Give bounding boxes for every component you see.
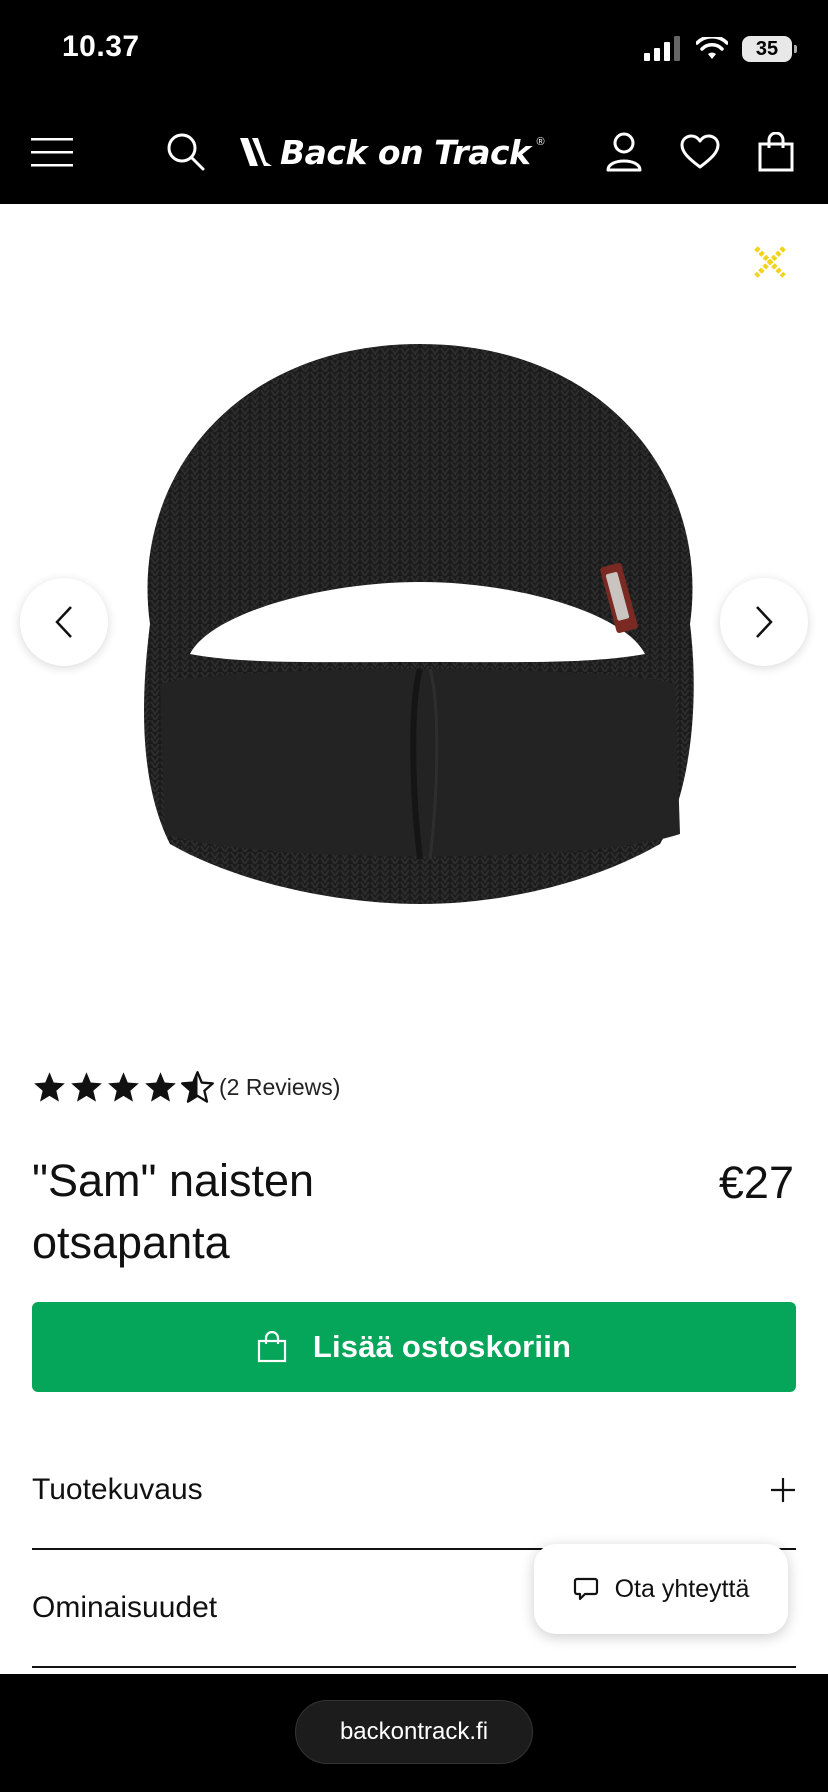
product-rating[interactable]: (2 Reviews) <box>32 1070 340 1105</box>
brand-mark-icon <box>240 138 272 166</box>
status-indicators: 35 <box>644 36 797 62</box>
status-bar: 10.37 35 <box>0 0 828 100</box>
menu-icon[interactable] <box>28 128 76 176</box>
accordion-features-label: Ominaisuudet <box>32 1591 218 1624</box>
signal-icon <box>644 36 680 61</box>
star-full-icon <box>34 1072 65 1102</box>
close-icon[interactable] <box>748 240 792 284</box>
site-header: Back on Track ® <box>0 100 828 204</box>
plus-icon[interactable] <box>770 1477 796 1503</box>
add-to-cart-label: Lisää ostoskoriin <box>312 1329 572 1364</box>
add-to-cart-button[interactable]: Lisää ostoskoriin <box>32 1302 796 1392</box>
star-full-icon <box>145 1072 176 1102</box>
brand-logo[interactable]: Back on Track ® <box>238 130 545 174</box>
shopping-bag-icon[interactable] <box>752 128 800 176</box>
product-gallery <box>0 204 828 1034</box>
brand-name: Back on Track <box>280 132 531 172</box>
battery-indicator: 35 <box>742 36 797 62</box>
accordion-description[interactable]: Tuotekuvaus <box>32 1432 796 1550</box>
shopping-bag-icon <box>257 1331 286 1363</box>
star-full-icon <box>71 1072 102 1102</box>
star-half-icon <box>181 1071 214 1103</box>
product-image-headband <box>144 344 694 904</box>
search-icon[interactable] <box>162 128 210 176</box>
chevron-left-icon <box>55 606 72 638</box>
accordion-description-label: Tuotekuvaus <box>32 1473 203 1506</box>
reviews-count[interactable]: (2 Reviews) <box>219 1074 340 1101</box>
chat-bubble-icon <box>573 1577 598 1601</box>
contact-chat-label: Ota yhteyttä <box>614 1574 750 1603</box>
wifi-icon <box>696 37 728 59</box>
heart-icon[interactable] <box>676 128 724 176</box>
contact-chat-button[interactable]: Ota yhteyttä <box>534 1544 788 1634</box>
status-time: 10.37 <box>62 30 140 63</box>
product-title: "Sam" naisten otsapanta <box>32 1155 315 1268</box>
gallery-next-button[interactable] <box>720 578 808 666</box>
gallery-prev-button[interactable] <box>20 578 108 666</box>
browser-bar: backontrack.fi <box>0 1674 828 1792</box>
star-full-icon <box>108 1072 139 1102</box>
product-price: €27 <box>718 1157 794 1208</box>
url-bar[interactable]: backontrack.fi <box>295 1700 533 1764</box>
registered-mark: ® <box>536 136 545 148</box>
account-icon[interactable] <box>600 128 648 176</box>
chevron-right-icon <box>756 606 773 638</box>
